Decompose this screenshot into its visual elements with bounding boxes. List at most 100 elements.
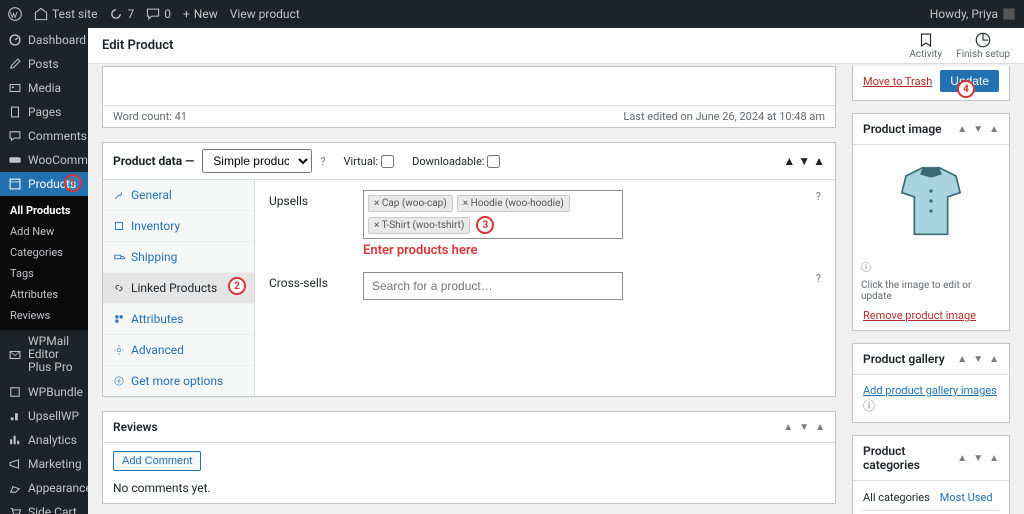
- page-title: Edit Product: [102, 38, 173, 53]
- tab-linked-products[interactable]: Linked Products 2: [103, 273, 254, 304]
- panel-down-icon[interactable]: ▼: [973, 354, 983, 365]
- marker-3: 3: [476, 216, 494, 234]
- marker-2: 2: [228, 277, 246, 295]
- last-edited: Last edited on June 26, 2024 at 10:48 am: [623, 110, 825, 123]
- admin-bar: Test site 7 0 + New View product Howdy, …: [0, 0, 1024, 28]
- crosssells-help-icon[interactable]: ?: [816, 272, 821, 285]
- editor-body[interactable]: [103, 67, 835, 105]
- menu-products[interactable]: Products 1: [0, 172, 88, 196]
- finish-setup-button[interactable]: Finish setup: [956, 31, 1010, 60]
- reviews-panel: Reviews ▲ ▼ ▲ Add Comment No comments yet.: [102, 411, 836, 504]
- sub-add-new[interactable]: Add New: [0, 221, 88, 242]
- menu-wpmail[interactable]: WPMail Editor Plus Pro: [0, 330, 88, 380]
- sub-tags[interactable]: Tags: [0, 263, 88, 284]
- tab-attributes[interactable]: Attributes: [103, 304, 254, 335]
- panel-toggle-icon[interactable]: ▲: [989, 453, 999, 464]
- wp-logo[interactable]: [8, 7, 22, 21]
- new-link[interactable]: + New: [183, 7, 218, 21]
- panel-up-icon[interactable]: ▲: [783, 422, 793, 433]
- menu-upsellwp[interactable]: UpsellWP: [0, 404, 88, 428]
- publish-panel: Move to Trash Update 4: [852, 66, 1010, 101]
- activity-button[interactable]: Activity: [909, 31, 942, 60]
- panel-toggle-icon[interactable]: ▲: [813, 154, 825, 168]
- submenu-products: All Products Add New Categories Tags Att…: [0, 196, 88, 330]
- comments-link[interactable]: 0: [146, 7, 171, 21]
- cat-tab-most-used[interactable]: Most Used: [940, 491, 993, 504]
- marker-4: 4: [957, 80, 975, 98]
- panel-toggle-icon[interactable]: ▲: [815, 422, 825, 433]
- menu-pages[interactable]: Pages: [0, 100, 88, 124]
- word-count: Word count: 41: [113, 110, 187, 123]
- cat-tab-all[interactable]: All categories: [863, 491, 930, 504]
- panel-toggle-icon[interactable]: ▲: [989, 124, 999, 135]
- downloadable-label: Downloadable:: [412, 155, 484, 168]
- remove-product-image-link[interactable]: Remove product image: [863, 309, 976, 322]
- virtual-label: Virtual:: [343, 155, 378, 168]
- tab-advanced[interactable]: Advanced: [103, 335, 254, 366]
- upsells-label: Upsells: [269, 190, 349, 208]
- product-categories-panel: Product categories ▲ ▼ ▲ All categories Mo…: [852, 435, 1010, 514]
- admin-sidebar: Dashboard Posts Media Pages Comments Woo…: [0, 28, 88, 514]
- tab-shipping[interactable]: Shipping: [103, 242, 254, 273]
- menu-comments[interactable]: Comments: [0, 124, 88, 148]
- crosssells-input[interactable]: [363, 272, 623, 300]
- crosssells-label: Cross-sells: [269, 272, 349, 290]
- reviews-title: Reviews: [113, 420, 158, 434]
- sub-attributes[interactable]: Attributes: [0, 284, 88, 305]
- panel-down-icon[interactable]: ▼: [798, 154, 810, 168]
- product-gallery-panel: Product gallery ▲ ▼ ▲ Add product gallery …: [852, 343, 1010, 423]
- product-type-help-icon[interactable]: ?: [320, 155, 325, 168]
- menu-marketing[interactable]: Marketing: [0, 452, 88, 476]
- menu-wpbundle[interactable]: WPBundle: [0, 380, 88, 404]
- move-to-trash-link[interactable]: Move to Trash: [863, 75, 932, 88]
- virtual-checkbox[interactable]: [381, 155, 394, 168]
- sub-categories[interactable]: Categories: [0, 242, 88, 263]
- tab-get-more[interactable]: Get more options: [103, 366, 254, 396]
- panel-up-icon[interactable]: ▲: [957, 453, 967, 464]
- page-header: Edit Product Activity Finish setup: [88, 28, 1024, 64]
- updates-link[interactable]: 7: [109, 7, 134, 21]
- downloadable-checkbox[interactable]: [487, 155, 500, 168]
- menu-media[interactable]: Media: [0, 76, 88, 100]
- menu-dashboard[interactable]: Dashboard: [0, 28, 88, 52]
- menu-sidecart[interactable]: Side Cart: [0, 500, 88, 514]
- tab-general[interactable]: General: [103, 180, 254, 211]
- product-data-panel: Product data — Simple product ? Virtual:…: [102, 142, 836, 397]
- upsells-help-icon[interactable]: ?: [816, 190, 821, 203]
- panel-down-icon[interactable]: ▼: [799, 422, 809, 433]
- sub-all-products[interactable]: All Products: [0, 200, 88, 221]
- view-product-link[interactable]: View product: [230, 7, 300, 21]
- upsell-tag[interactable]: Hoodie (woo-hoodie): [457, 195, 570, 212]
- howdy-link[interactable]: Howdy, Priya: [930, 7, 1016, 21]
- info-icon: ⓘ: [863, 399, 875, 413]
- tab-inventory[interactable]: Inventory: [103, 211, 254, 242]
- upsells-input[interactable]: Cap (woo-cap) Hoodie (woo-hoodie) T-Shir…: [363, 190, 623, 239]
- product-gallery-title: Product gallery: [863, 352, 945, 366]
- panel-toggle-icon[interactable]: ▲: [989, 354, 999, 365]
- menu-posts[interactable]: Posts: [0, 52, 88, 76]
- menu-woocommerce[interactable]: WooCommerce: [0, 148, 88, 172]
- avatar-icon: [1002, 7, 1016, 21]
- product-image[interactable]: [853, 145, 1009, 257]
- panel-up-icon[interactable]: ▲: [783, 154, 795, 168]
- editor-box: Word count: 41 Last edited on June 26, 2…: [102, 66, 836, 128]
- no-comments-text: No comments yet.: [113, 481, 825, 495]
- add-comment-button[interactable]: Add Comment: [113, 451, 201, 471]
- upsell-tag[interactable]: T-Shirt (woo-tshirt): [368, 217, 470, 234]
- product-image-title: Product image: [863, 122, 942, 136]
- panel-down-icon[interactable]: ▼: [973, 124, 983, 135]
- upsell-tag[interactable]: Cap (woo-cap): [368, 195, 453, 212]
- product-image-hint: Click the image to edit or update: [853, 278, 1009, 306]
- panel-up-icon[interactable]: ▲: [957, 124, 967, 135]
- product-image-panel: Product image ▲▼▲ ⓘ Click: [852, 113, 1010, 331]
- marker-1: 1: [64, 174, 82, 192]
- sub-reviews[interactable]: Reviews: [0, 305, 88, 326]
- panel-up-icon[interactable]: ▲: [957, 354, 967, 365]
- site-link[interactable]: Test site: [34, 7, 97, 21]
- product-categories-title: Product categories: [863, 444, 957, 472]
- panel-down-icon[interactable]: ▼: [973, 453, 983, 464]
- menu-analytics[interactable]: Analytics: [0, 428, 88, 452]
- add-gallery-images-link[interactable]: Add product gallery images: [863, 384, 997, 397]
- menu-appearance[interactable]: Appearance: [0, 476, 88, 500]
- product-type-select[interactable]: Simple product: [202, 149, 312, 173]
